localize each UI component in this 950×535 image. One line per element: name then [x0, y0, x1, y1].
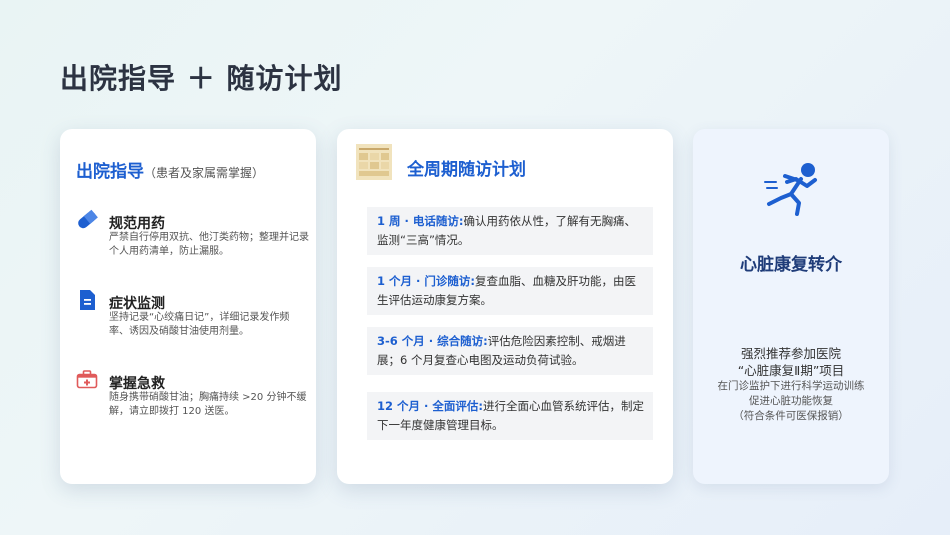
- document-icon: [76, 289, 98, 311]
- followup-plan-card: 全周期随访计划 1 周 · 电话随访:确认用药依从性，了解有无胸痛、监测“三高”…: [337, 129, 673, 484]
- first-aid-icon: [76, 369, 98, 391]
- guidance-item-title: 规范用药: [109, 216, 165, 232]
- plan-tag: 1 周 · 电话随访:: [377, 214, 464, 228]
- running-person-icon: [763, 160, 825, 216]
- guidance-item-desc: 随身携带硝酸甘油；胸痛持续 >20 分钟不缓解，请立即拨打 120 送医。: [109, 392, 307, 417]
- rehab-line: （符合条件可医保报销）: [733, 410, 849, 422]
- rehab-line: 在门诊监护下进行科学运动训练: [717, 380, 865, 392]
- discharge-subheading: （患者及家属需掌握）: [144, 166, 265, 180]
- guidance-item-desc: 严禁自行停用双抗、他汀类药物；整理并记录个人用药清单，防止漏服。: [109, 232, 309, 257]
- guidance-item-title: 掌握急救: [109, 376, 165, 392]
- followup-plan-1-month: 1 个月 · 门诊随访:复查血脂、血糖及肝功能，由医生评估运动康复方案。: [367, 267, 653, 315]
- rehab-line: “心脏康复Ⅱ期”项目: [737, 363, 845, 378]
- rehab-line: 促进心脏功能恢复: [749, 395, 833, 407]
- followup-plan-1-week: 1 周 · 电话随访:确认用药依从性，了解有无胸痛、监测“三高”情况。: [367, 207, 653, 255]
- plan-tag: 12 个月 · 全面评估:: [377, 399, 483, 413]
- rehab-heading: 心脏康复转介: [740, 255, 842, 275]
- discharge-heading-row: 出院指导（患者及家属需掌握）: [76, 157, 264, 182]
- rehab-description: 强烈推荐参加医院 “心脏康复Ⅱ期”项目 在门诊监护下进行科学运动训练 促进心脏功…: [693, 345, 889, 424]
- guidance-item-desc: 坚持记录“心绞痛日记”，详细记录发作频率、诱因及硝酸甘油使用剂量。: [109, 312, 290, 337]
- discharge-guidance-card: 出院指导（患者及家属需掌握） 规范用药 严禁自行停用双抗、他汀类药物；整理并记录…: [60, 129, 316, 484]
- guidance-item-title: 症状监测: [109, 296, 165, 312]
- plan-tag: 3-6 个月 · 综合随访:: [377, 334, 488, 348]
- followup-plan-3-6-months: 3-6 个月 · 综合随访:评估危险因素控制、戒烟进展；6 个月复查心电图及运动…: [367, 327, 653, 375]
- page-title: 出院指导 ＋ 随访计划: [60, 62, 343, 95]
- calendar-icon: [356, 144, 392, 180]
- rehab-line: 强烈推荐参加医院: [740, 346, 841, 361]
- cardiac-rehab-card: 心脏康复转介 强烈推荐参加医院 “心脏康复Ⅱ期”项目 在门诊监护下进行科学运动训…: [693, 129, 889, 484]
- followup-plan-12-months: 12 个月 · 全面评估:进行全面心血管系统评估，制定下一年度健康管理目标。: [367, 392, 653, 440]
- discharge-heading: 出院指导: [76, 162, 144, 182]
- followup-heading: 全周期随访计划: [407, 160, 526, 180]
- plan-tag: 1 个月 · 门诊随访:: [377, 274, 475, 288]
- pill-icon: [76, 209, 98, 231]
